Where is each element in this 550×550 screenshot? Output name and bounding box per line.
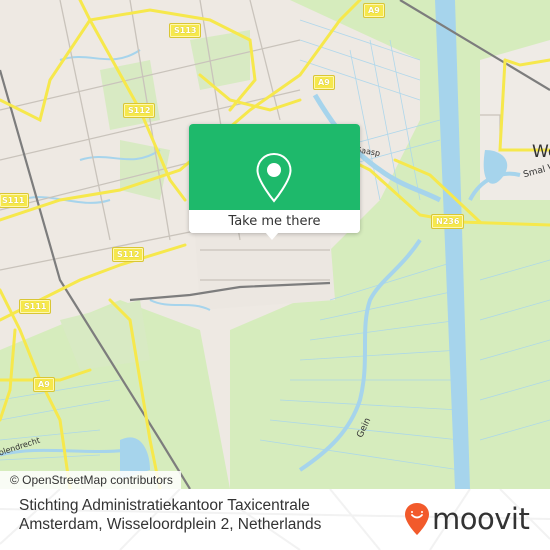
road-shield-s111: S111 xyxy=(18,299,52,314)
road-shield-s112: S112 xyxy=(111,247,145,262)
road-shield-a9: A9 xyxy=(33,377,55,392)
map-attribution[interactable]: © OpenStreetMap contributors xyxy=(0,471,181,489)
place-name-line-2: Amsterdam, Wisseloordplein 2, Netherland… xyxy=(19,516,322,533)
take-me-there-button[interactable]: Take me there xyxy=(189,210,360,233)
moovit-logo[interactable]: moovit xyxy=(404,502,530,536)
map[interactable]: S113 S112 S112 S111 S111 A9 A9 A9 N236 W… xyxy=(0,0,550,489)
moovit-smiley-pin-icon xyxy=(405,503,429,535)
moovit-wordmark: moovit xyxy=(432,502,530,536)
road-shield-s111: S111 xyxy=(0,193,30,208)
place-name: Stichting Administratiekantoor Taxicentr… xyxy=(19,496,379,534)
place-label-weesp: We xyxy=(532,142,550,162)
popup-pointer xyxy=(265,232,279,240)
road-shield-n236: N236 xyxy=(430,214,465,229)
road-shield-s112: S112 xyxy=(122,103,156,118)
road-shield-a9: A9 xyxy=(363,3,385,18)
place-name-line-1: Stichting Administratiekantoor Taxicentr… xyxy=(19,497,310,514)
popup-header xyxy=(189,124,360,210)
location-popup: Take me there xyxy=(189,124,360,233)
map-pin-icon xyxy=(256,152,292,203)
road-shield-a9: A9 xyxy=(313,75,335,90)
road-shield-s113: S113 xyxy=(168,23,202,38)
footer: Stichting Administratiekantoor Taxicentr… xyxy=(0,489,550,550)
map-tiles xyxy=(0,0,550,489)
